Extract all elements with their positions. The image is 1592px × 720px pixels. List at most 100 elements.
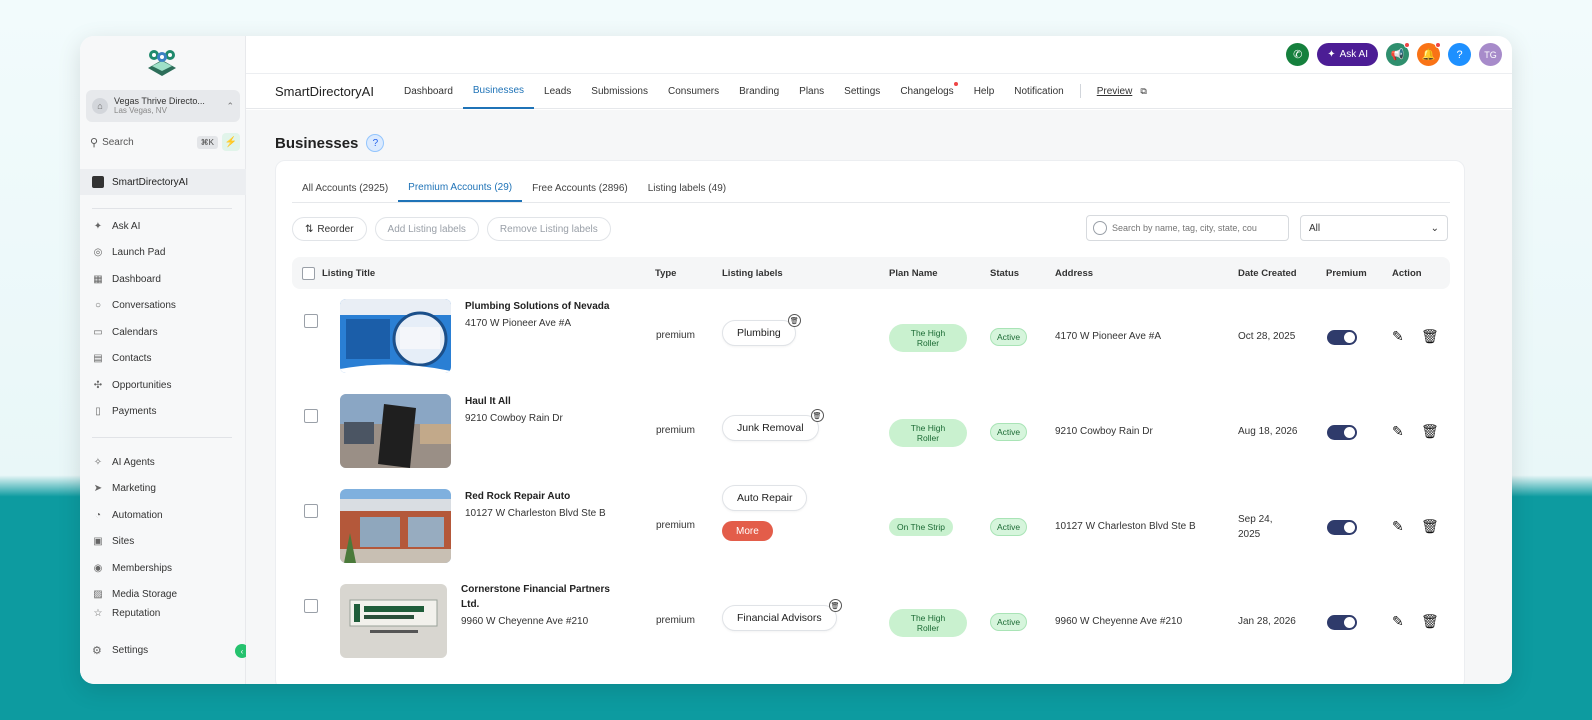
tab-dashboard[interactable]: Dashboard bbox=[394, 74, 463, 109]
help-button[interactable]: ? bbox=[1448, 43, 1471, 66]
sidebar-item-memberships[interactable]: ◉ Memberships bbox=[80, 555, 246, 582]
chevron-updown-icon: ⌃ bbox=[226, 100, 234, 111]
remove-listing-labels-button[interactable]: Remove Listing labels bbox=[486, 217, 611, 241]
sidebar-item-reputation[interactable]: ☆ Reputation bbox=[80, 608, 246, 622]
premium-toggle[interactable] bbox=[1327, 520, 1357, 535]
row-checkbox[interactable] bbox=[304, 599, 318, 613]
brand-title: SmartDirectoryAI bbox=[275, 83, 374, 99]
sidebar-item-settings[interactable]: ⚙ Settings bbox=[80, 640, 246, 660]
tab-submissions[interactable]: Submissions bbox=[581, 74, 658, 109]
row-checkbox[interactable] bbox=[304, 504, 318, 518]
edit-icon[interactable]: ✎ bbox=[1392, 518, 1404, 535]
tab-premium-accounts[interactable]: Premium Accounts (29) bbox=[398, 174, 523, 202]
edit-icon[interactable]: ✎ bbox=[1392, 328, 1404, 345]
sidebar-item-automation[interactable]: ◔ Automation bbox=[80, 502, 246, 529]
col-premium: Premium bbox=[1326, 268, 1367, 279]
delete-icon[interactable]: 🗑 bbox=[1421, 423, 1439, 440]
tab-notification[interactable]: Notification bbox=[1004, 74, 1073, 109]
sidebar-item-ask-ai[interactable]: ✦ Ask AI bbox=[80, 213, 246, 240]
sidebar-item-label: Calendars bbox=[112, 326, 158, 338]
sidebar-item-smartdirectoryai[interactable]: SmartDirectoryAI bbox=[80, 169, 246, 195]
delete-icon[interactable]: 🗑 bbox=[1421, 613, 1439, 630]
phone-icon[interactable]: ✆ bbox=[1286, 43, 1310, 66]
sidebar-item-media-storage[interactable]: ▨ Media Storage bbox=[80, 582, 246, 609]
more-labels-button[interactable]: More bbox=[722, 521, 773, 541]
sidebar-item-label: Ask AI bbox=[112, 220, 141, 232]
sidebar-item-contacts[interactable]: ▤ Contacts bbox=[80, 346, 246, 373]
location-switcher[interactable]: ⌂ Vegas Thrive Directo... Las Vegas, NV … bbox=[86, 90, 240, 122]
trash-icon[interactable]: 🗑 bbox=[828, 599, 842, 612]
listing-search-input[interactable] bbox=[1112, 223, 1282, 233]
avatar-initials: TG bbox=[1484, 49, 1497, 60]
delete-icon[interactable]: 🗑 bbox=[1421, 328, 1439, 345]
payments-icon: ▯ bbox=[95, 406, 101, 418]
bolt-icon[interactable]: ⚡ bbox=[222, 133, 240, 151]
tab-help[interactable]: Help bbox=[964, 74, 1005, 109]
row-checkbox[interactable] bbox=[304, 314, 318, 328]
add-listing-labels-button[interactable]: Add Listing labels bbox=[374, 217, 479, 241]
sidebar-item-marketing[interactable]: ➤ Marketing bbox=[80, 476, 246, 503]
bell-icon[interactable]: 🔔 bbox=[1417, 42, 1441, 66]
external-link-icon: ⧉ bbox=[1140, 85, 1147, 96]
tab-leads[interactable]: Leads bbox=[534, 74, 581, 109]
delete-icon[interactable]: 🗑 bbox=[1421, 518, 1439, 535]
megaphone-icon[interactable]: 📢 bbox=[1386, 42, 1410, 66]
tab-all-accounts[interactable]: All Accounts (2925) bbox=[292, 174, 398, 202]
premium-toggle[interactable] bbox=[1327, 425, 1357, 440]
listing-title-cell: Haul It All 9210 Cowboy Rain Dr bbox=[465, 394, 563, 424]
trash-icon[interactable]: 🗑 bbox=[810, 409, 824, 422]
premium-toggle[interactable] bbox=[1327, 615, 1357, 630]
sidebar-item-calendars[interactable]: ▭ Calendars bbox=[80, 319, 246, 346]
listing-label-chip[interactable]: Junk Removal 🗑 bbox=[722, 409, 824, 441]
tab-settings[interactable]: Settings bbox=[834, 74, 890, 109]
help-label: ? bbox=[1456, 48, 1463, 61]
listing-label-chip[interactable]: Plumbing 🗑 bbox=[722, 314, 801, 346]
sidebar-search[interactable]: ⚲ Search ⌘K bbox=[86, 135, 222, 149]
tab-changelogs[interactable]: Changelogs bbox=[890, 74, 963, 109]
sidebar-item-label: Opportunities bbox=[112, 379, 172, 391]
sidebar-item-payments[interactable]: ▯ Payments bbox=[80, 399, 246, 426]
select-all-checkbox[interactable] bbox=[302, 267, 315, 280]
trash-icon[interactable]: 🗑 bbox=[787, 314, 801, 327]
tab-free-accounts[interactable]: Free Accounts (2896) bbox=[522, 174, 638, 202]
tab-listing-labels[interactable]: Listing labels (49) bbox=[638, 174, 736, 202]
edit-icon[interactable]: ✎ bbox=[1392, 423, 1404, 440]
sidebar-item-ai-agents[interactable]: ✧ AI Agents bbox=[80, 449, 246, 476]
sidebar-item-label: Memberships bbox=[112, 562, 173, 574]
sidebar-item-launch-pad[interactable]: ◎ Launch Pad bbox=[80, 240, 246, 267]
user-avatar[interactable]: TG bbox=[1479, 43, 1502, 66]
tab-branding[interactable]: Branding bbox=[729, 74, 789, 109]
business-name[interactable]: Plumbing Solutions of Nevada bbox=[465, 299, 609, 314]
listing-label-chip[interactable]: Financial Advisors 🗑 bbox=[722, 599, 842, 631]
date-cell: Aug 18, 2026 bbox=[1238, 426, 1298, 437]
sidebar-item-opportunities[interactable]: ✣ Opportunities bbox=[80, 372, 246, 399]
sidebar-item-label: SmartDirectoryAI bbox=[112, 176, 189, 188]
address-cell: 10127 W Charleston Blvd Ste B bbox=[1055, 521, 1196, 532]
sidebar-item-label: Payments bbox=[112, 406, 157, 418]
edit-icon[interactable]: ✎ bbox=[1392, 613, 1404, 630]
business-name[interactable]: Haul It All bbox=[465, 394, 563, 409]
filter-select[interactable]: All ⌄ bbox=[1300, 215, 1448, 241]
type-cell: premium bbox=[656, 615, 695, 626]
business-name-line[interactable]: Cornerstone Financial Partners bbox=[461, 582, 610, 597]
reorder-button[interactable]: ⇅ Reorder bbox=[292, 217, 367, 241]
tab-businesses[interactable]: Businesses bbox=[462, 74, 535, 109]
help-icon[interactable]: ? bbox=[366, 134, 385, 152]
business-name[interactable]: Red Rock Repair Auto bbox=[465, 489, 606, 504]
listing-label-chip[interactable]: Auto Repair bbox=[722, 485, 808, 511]
tab-preview[interactable]: Preview ⧉ bbox=[1087, 74, 1157, 109]
sidebar-item-dashboard[interactable]: ▦ Dashboard bbox=[80, 266, 246, 293]
sidebar-item-sites[interactable]: ▣ Sites bbox=[80, 529, 246, 556]
row-checkbox[interactable] bbox=[304, 409, 318, 423]
tab-plans[interactable]: Plans bbox=[789, 74, 834, 109]
listing-thumbnail bbox=[340, 394, 451, 468]
sidebar-divider bbox=[92, 208, 232, 209]
tab-consumers[interactable]: Consumers bbox=[658, 74, 729, 109]
ask-ai-button[interactable]: ✦ Ask AI bbox=[1317, 43, 1378, 66]
calendar-icon: ▭ bbox=[93, 326, 103, 338]
chat-icon: ○ bbox=[94, 300, 102, 312]
premium-toggle[interactable] bbox=[1327, 330, 1357, 345]
business-name-line[interactable]: Ltd. bbox=[461, 597, 610, 612]
sidebar-item-label: Marketing bbox=[112, 483, 156, 495]
sidebar-item-conversations[interactable]: ○ Conversations bbox=[80, 293, 246, 320]
